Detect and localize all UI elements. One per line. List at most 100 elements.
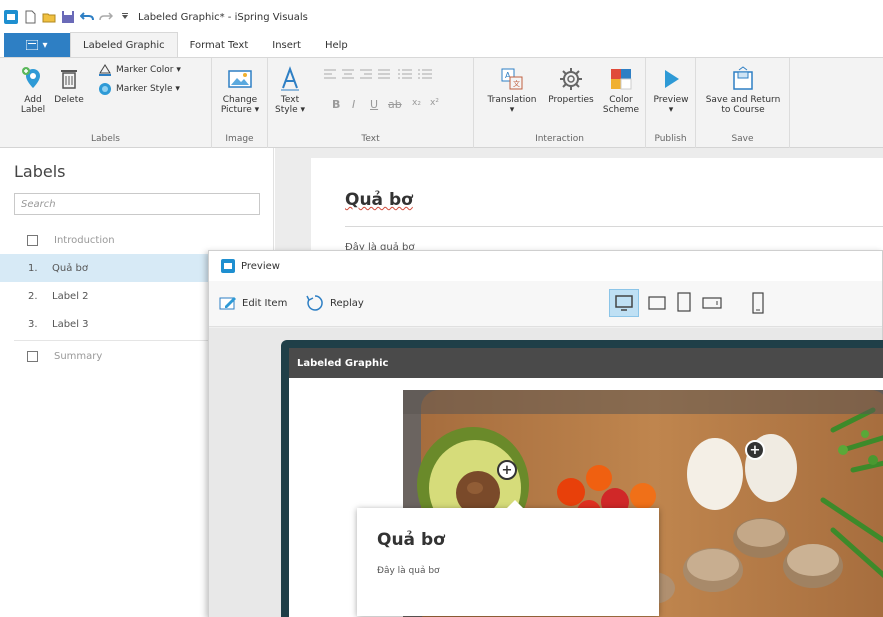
text-group-label: Text	[361, 134, 380, 144]
replay-button[interactable]: Replay	[305, 293, 364, 313]
introduction-label: Introduction	[54, 234, 115, 246]
play-icon	[665, 70, 679, 88]
paragraph-alignment-icons[interactable]	[322, 68, 462, 82]
marker-style-button[interactable]: Marker Style ▾	[98, 82, 180, 96]
search-input[interactable]: Search	[14, 193, 260, 215]
tablet-portrait-icon[interactable]	[675, 291, 693, 313]
title-bar: Labeled Graphic* - iSpring Visuals	[0, 0, 883, 34]
phone-portrait-icon[interactable]	[751, 291, 765, 315]
subscript-icon[interactable]: x₂	[412, 98, 421, 108]
picture-icon	[228, 70, 252, 88]
add-label-button[interactable]: Add Label	[18, 66, 48, 115]
publish-group-label: Publish	[654, 134, 687, 144]
marker-color-button[interactable]: Marker Color ▾	[98, 64, 181, 76]
summary-label: Summary	[54, 350, 103, 362]
label-1-number: 1.	[28, 262, 38, 274]
marker-color-icon	[99, 64, 111, 76]
translation-icon: A文	[501, 68, 523, 90]
tab-insert[interactable]: Insert	[260, 33, 313, 57]
save-group-label: Save	[731, 134, 754, 144]
add-label-text: Add Label	[20, 95, 46, 115]
quick-access-toolbar	[4, 10, 132, 24]
popup-title: Quả bơ	[377, 530, 445, 550]
change-picture-button[interactable]: Change Picture ▾	[218, 66, 262, 115]
preview-toolbar: Edit Item Replay	[209, 281, 882, 327]
label-3-number: 3.	[28, 318, 38, 330]
save-group: Save and Return to Course Save	[696, 58, 790, 148]
save-return-text: Save and Return to Course	[705, 95, 781, 115]
slide-title[interactable]: Quả bơ	[345, 190, 413, 210]
translation-button[interactable]: A文 Translation ▾	[484, 66, 540, 115]
text-style-button[interactable]: Text Style ▾	[274, 66, 306, 115]
interaction-group: A文 Translation ▾ Properties Color Scheme…	[474, 58, 646, 148]
bold-icon[interactable]: B	[332, 98, 340, 111]
label-3-text: Label 3	[52, 318, 89, 330]
new-file-icon[interactable]	[23, 10, 37, 24]
tablet-landscape-icon[interactable]	[647, 293, 667, 313]
save-icon[interactable]	[61, 10, 75, 24]
interaction-group-label: Interaction	[535, 134, 584, 144]
labels-group-label: Labels	[91, 134, 120, 144]
customize-toolbar-icon[interactable]	[118, 10, 132, 24]
add-label-icon	[22, 67, 40, 88]
phone-landscape-icon[interactable]	[701, 295, 723, 311]
edit-item-button[interactable]: Edit Item	[219, 295, 287, 311]
undo-icon[interactable]	[80, 10, 94, 24]
image-group: Change Picture ▾ Image	[212, 58, 268, 148]
ribbon-tabs: ▾ Labeled Graphic Format Text Insert Hel…	[0, 32, 883, 58]
desktop-icon	[615, 295, 633, 311]
color-scheme-icon	[611, 69, 632, 90]
introduction-checkbox[interactable]	[27, 234, 38, 246]
text-group: Text Style ▾ B I U ab x₂ x² Text	[268, 58, 474, 148]
marker-style-text: Marker Style ▾	[116, 84, 180, 94]
redo-icon[interactable]	[99, 10, 113, 24]
popup-pointer	[507, 500, 523, 508]
tab-help[interactable]: Help	[313, 33, 360, 57]
label-2-number: 2.	[28, 290, 38, 302]
save-return-icon	[733, 66, 753, 90]
italic-icon[interactable]: I	[352, 98, 355, 111]
publish-group: Preview ▾ Publish	[646, 58, 696, 148]
underline-icon[interactable]: U	[370, 98, 378, 111]
marker-style-icon	[99, 83, 111, 95]
delete-button[interactable]: Delete	[52, 66, 86, 105]
save-and-return-button[interactable]: Save and Return to Course	[700, 66, 786, 115]
labels-group: Add Label Delete Marker Color ▾ Marker S…	[0, 58, 212, 148]
gear-icon	[560, 68, 582, 90]
hotspot-label-1[interactable]: +	[497, 460, 517, 480]
image-group-label: Image	[225, 134, 254, 144]
preview-body: Labeled Graphic + + Quả bơ Đây là quả bơ	[209, 328, 883, 617]
properties-button[interactable]: Properties	[544, 66, 598, 105]
replay-text: Replay	[330, 297, 364, 309]
tab-format-text[interactable]: Format Text	[178, 33, 261, 57]
label-2-text: Label 2	[52, 290, 89, 302]
superscript-icon[interactable]: x²	[430, 98, 439, 108]
slide-title-divider	[345, 226, 883, 227]
open-folder-icon[interactable]	[42, 10, 56, 24]
delete-text: Delete	[54, 95, 84, 105]
preview-title: Preview	[241, 260, 280, 272]
preview-button[interactable]: Preview ▾	[652, 66, 690, 115]
player-header: Labeled Graphic	[289, 348, 883, 378]
summary-checkbox[interactable]	[27, 350, 38, 362]
preview-title-bar: Preview	[209, 251, 882, 281]
preview-text: Preview ▾	[653, 95, 689, 115]
player-title: Labeled Graphic	[297, 357, 389, 369]
hotspot-label-2[interactable]: +	[745, 440, 765, 460]
tab-labeled-graphic[interactable]: Labeled Graphic	[70, 32, 178, 57]
color-scheme-text: Color Scheme	[602, 95, 640, 115]
text-style-icon	[281, 66, 299, 91]
labels-panel-title: Labels	[14, 162, 66, 181]
edit-item-text: Edit Item	[242, 297, 288, 309]
ribbon: Add Label Delete Marker Color ▾ Marker S…	[0, 58, 883, 148]
marker-color-text: Marker Color ▾	[116, 65, 181, 75]
edit-item-icon	[219, 297, 236, 310]
desktop-view-button[interactable]	[609, 289, 639, 317]
strikethrough-icon[interactable]: ab	[388, 98, 402, 111]
translation-text: Translation ▾	[487, 95, 537, 115]
label-popup: Quả bơ Đây là quả bơ	[357, 500, 659, 616]
file-menu-button[interactable]: ▾	[4, 33, 70, 57]
popup-description: Đây là quả bơ	[377, 566, 440, 576]
trash-icon	[61, 70, 77, 89]
color-scheme-button[interactable]: Color Scheme	[602, 66, 640, 115]
